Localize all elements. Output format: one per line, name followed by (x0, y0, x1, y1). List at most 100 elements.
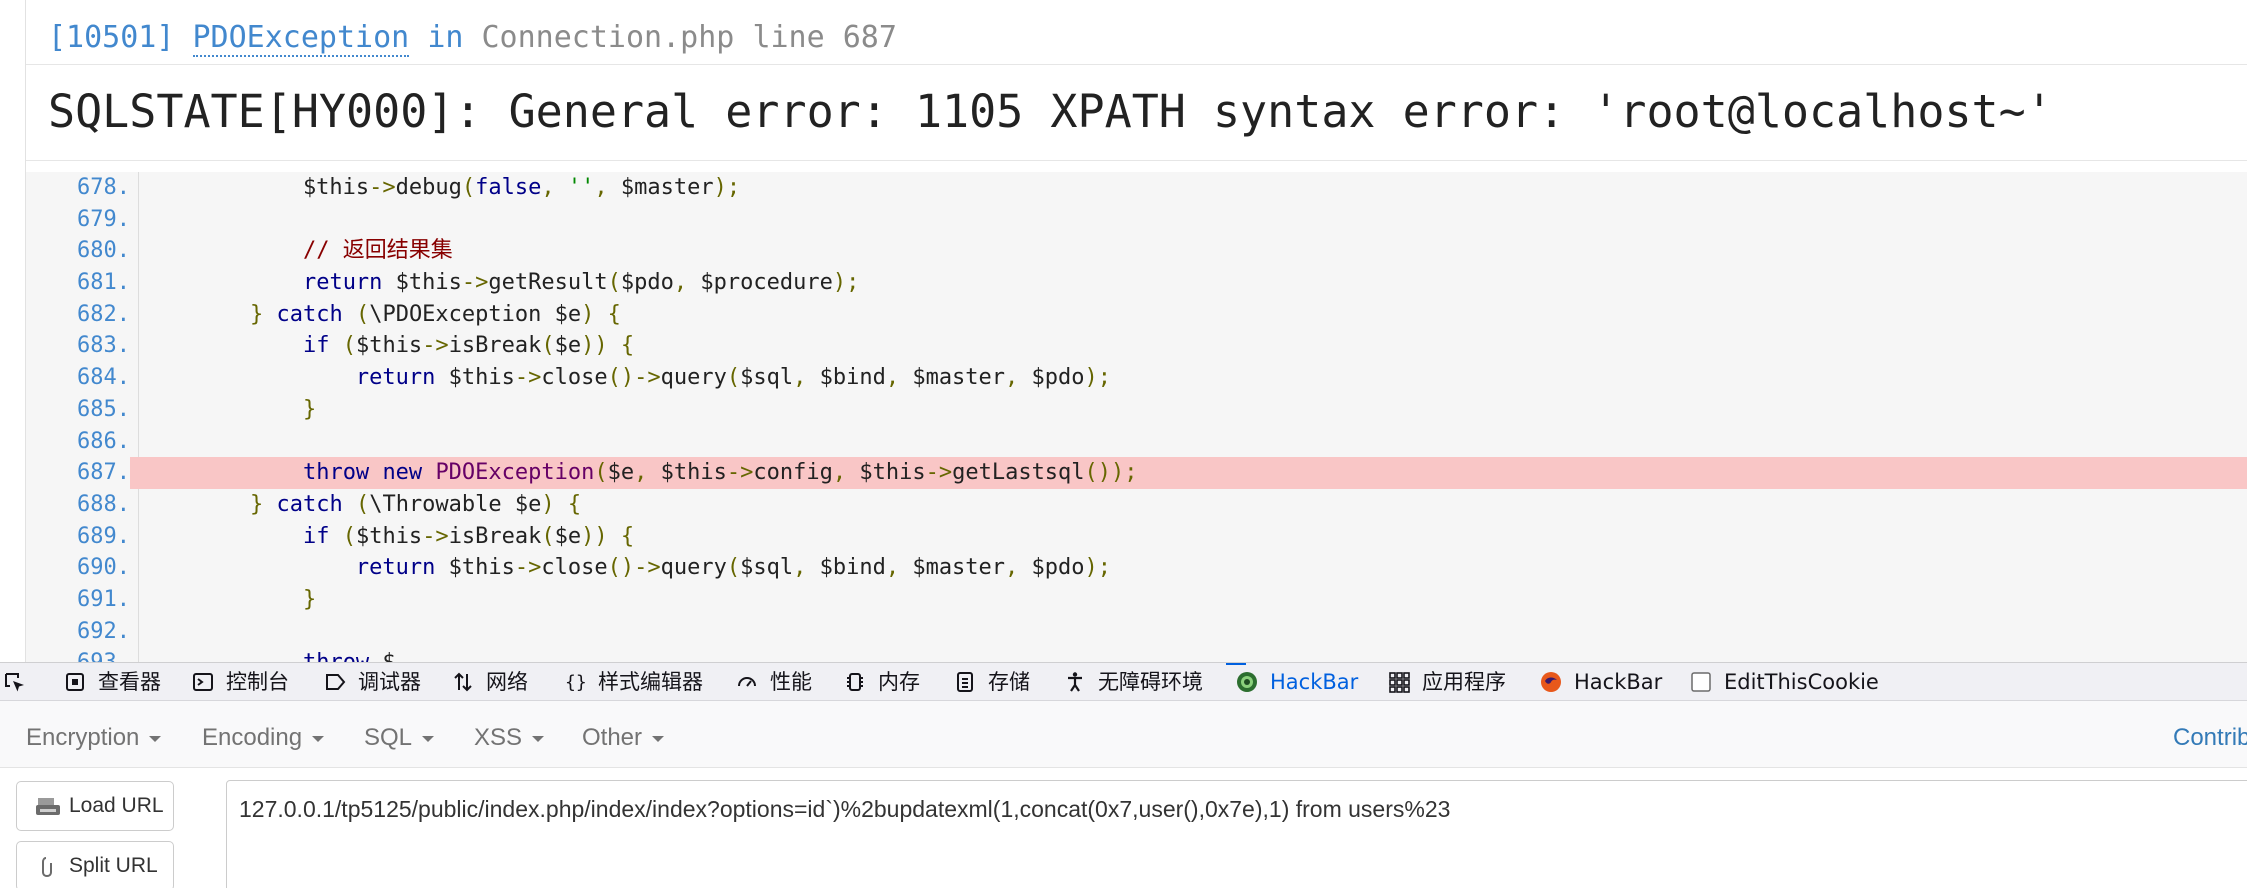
code-line: 678. $this->debug(false, '', $master); (26, 172, 2247, 204)
chevron-down-icon (149, 735, 162, 742)
line-number: 692. (26, 615, 130, 648)
tab-label: 无障碍环境 (1098, 670, 1203, 694)
tab-label: 查看器 (98, 670, 161, 694)
split-url-label: Split URL (69, 854, 158, 877)
contribute-link[interactable]: Contrib (2173, 715, 2247, 761)
error-code: [10501] (48, 20, 175, 55)
line-number: 689. (26, 520, 130, 553)
cookie-checkbox-icon (1691, 672, 1711, 692)
menu-sql-label: SQL (364, 724, 413, 751)
line-number: 686. (26, 425, 130, 458)
network-icon (454, 672, 472, 692)
line-number: 684. (26, 362, 130, 394)
console-icon (193, 673, 213, 691)
code-line: 685. } (26, 393, 2247, 426)
code-text: } (302, 396, 317, 422)
menu-xss[interactable]: XSS (474, 715, 545, 761)
tab-label: HackBar (1270, 670, 1359, 694)
tab-label: HackBar (1574, 670, 1663, 694)
menu-xss-label: XSS (474, 724, 523, 751)
code-text: return $this->getResult($pdo, $procedure… (302, 270, 860, 296)
code-text: if ($this->isBreak($e)) { (302, 333, 635, 359)
storage-icon (957, 672, 973, 692)
code-text: // 返回结果集 (302, 238, 453, 264)
element-picker-button[interactable] (4, 663, 34, 701)
hackbar-green-icon (1237, 672, 1257, 692)
code-text: throw new PDOException($e, $this->config… (302, 460, 1138, 486)
code-text: } catch (\PDOException $e) { (249, 301, 621, 327)
hackbar-menu: Encryption Encoding SQL XSS Other Contri… (0, 715, 2247, 761)
exception-class-link[interactable]: PDOException (192, 20, 410, 57)
tab-label: 控制台 (226, 670, 289, 694)
url-textarea[interactable] (226, 780, 2247, 888)
braces-icon: {} (565, 672, 586, 693)
code-line: 686. (26, 425, 2247, 458)
menu-sql[interactable]: SQL (364, 715, 435, 761)
code-line: 689. if ($this->isBreak($e)) { (26, 520, 2247, 553)
line-number: 681. (26, 267, 130, 299)
svg-text:{}: {} (565, 672, 586, 693)
code-line: 680. // 返回结果集 (26, 235, 2247, 268)
code-text: return $this->close()->query($sql, $bind… (355, 555, 1112, 581)
code-line: 690. return $this->close()->query($sql, … (26, 552, 2247, 584)
line-number: 683. (26, 330, 130, 363)
code-line: 683. if ($this->isBreak($e)) { (26, 330, 2247, 363)
split-url-icon (42, 857, 52, 878)
tab-label: 调试器 (358, 670, 421, 694)
gauge-icon (738, 677, 756, 687)
accessibility-icon (1068, 672, 1082, 692)
code-text: if ($this->isBreak($e)) { (302, 523, 635, 549)
menu-encoding[interactable]: Encoding (202, 715, 325, 761)
load-url-icon (36, 798, 60, 815)
tab-label: 样式编辑器 (598, 670, 703, 694)
chevron-down-icon (422, 735, 435, 742)
tab-label: 网络 (486, 670, 528, 694)
debugger-icon (326, 674, 346, 690)
element-picker-icon (5, 673, 24, 692)
line-number: 679. (26, 203, 130, 236)
menu-encoding-label: Encoding (202, 724, 303, 751)
line-number: 680. (26, 235, 130, 268)
line-number: 682. (26, 298, 130, 331)
exception-header: [10501] PDOException in Connection.php l… (48, 18, 897, 58)
tab-label: 存储 (988, 670, 1030, 694)
error-line: line 687 (752, 20, 897, 55)
error-file: Connection.php (481, 20, 735, 55)
code-line: 688. } catch (\Throwable $e) { (26, 488, 2247, 521)
line-number: 693. (26, 647, 130, 662)
menu-encryption[interactable]: Encryption (26, 715, 162, 761)
line-number: 688. (26, 488, 130, 521)
chevron-down-icon (652, 735, 665, 742)
hackbar-orange-icon (1541, 672, 1561, 692)
line-number: 687. (26, 457, 130, 489)
line-number: 678. (26, 172, 130, 204)
tab-label: EditThisCookie (1724, 670, 1879, 694)
code-line: 693. throw $ (26, 647, 2247, 662)
source-code-view: 678. $this->debug(false, '', $master); 67… (26, 172, 2247, 662)
menu-other[interactable]: Other (582, 715, 665, 761)
code-line: 691. } (26, 583, 2247, 616)
grid-icon (1389, 672, 1410, 693)
code-line: 687. throw new PDOException($e, $this->c… (26, 457, 2247, 489)
code-line: 682. } catch (\PDOException $e) { (26, 298, 2247, 331)
chevron-down-icon (532, 735, 545, 742)
tab-label: 性能 (770, 670, 812, 694)
message-divider (26, 160, 2247, 161)
code-line: 679. (26, 203, 2247, 236)
menu-other-label: Other (582, 724, 643, 751)
code-text: return $this->close()->query($sql, $bind… (355, 365, 1112, 391)
load-url-label: Load URL (69, 794, 164, 817)
code-text: throw $ (144, 647, 396, 662)
code-text: } catch (\Throwable $e) { (249, 491, 582, 517)
devtools-panel: 查看器 控制台 调试器 网络 {} 样式编辑器 性能 内存 存储 无障碍环境 HackBar 应用程序… (0, 662, 2247, 888)
code-line: 692. (26, 615, 2247, 648)
code-text: $this->debug(false, '', $master); (144, 175, 741, 200)
load-url-button[interactable]: Load URL (16, 781, 174, 831)
split-url-button[interactable]: Split URL (16, 841, 174, 888)
memory-chip-icon (847, 673, 863, 691)
menu-encryption-label: Encryption (26, 724, 140, 751)
line-number: 691. (26, 583, 130, 616)
header-divider (26, 64, 2247, 65)
chevron-down-icon (312, 735, 325, 742)
code-text: } (302, 586, 317, 612)
